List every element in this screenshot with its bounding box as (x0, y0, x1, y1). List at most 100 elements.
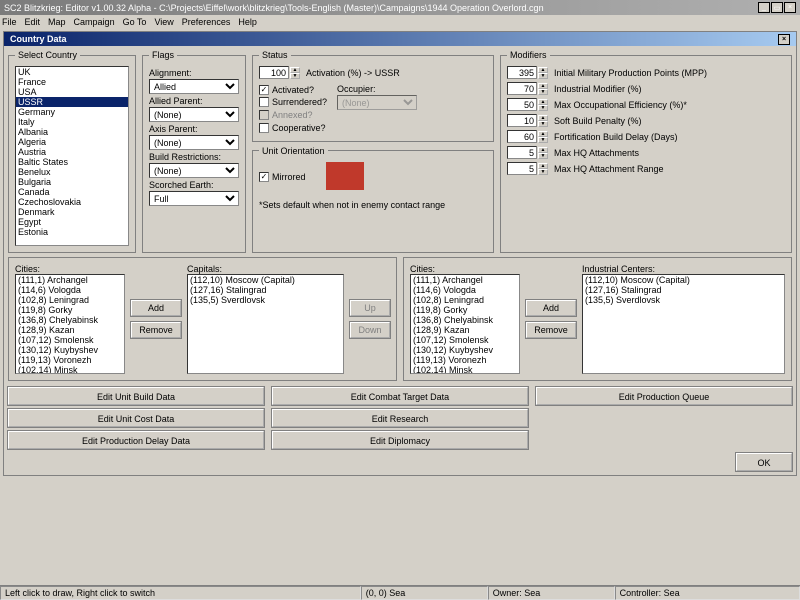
list-item[interactable]: (119,13) Voronezh (16, 355, 124, 365)
list-item[interactable]: France (16, 77, 128, 87)
list-item[interactable]: UK (16, 67, 128, 77)
spin-down-icon[interactable]: ▼ (290, 73, 300, 79)
list-item[interactable]: (114,6) Vologda (16, 285, 124, 295)
cooperative-checkbox[interactable] (259, 123, 269, 133)
list-item[interactable]: Czechoslovakia (16, 197, 128, 207)
list-item[interactable]: Canada (16, 187, 128, 197)
list-item[interactable]: Denmark (16, 207, 128, 217)
activated-label: Activated? (272, 85, 314, 95)
list-item[interactable]: (127,16) Stalingrad (583, 285, 784, 295)
surrendered-checkbox[interactable] (259, 97, 269, 107)
list-item[interactable]: Bulgaria (16, 177, 128, 187)
maximize-icon[interactable]: ▭ (771, 2, 783, 13)
list-item[interactable]: (136,8) Chelyabinsk (16, 315, 124, 325)
list-item[interactable]: USSR (16, 97, 128, 107)
menu-view[interactable]: View (154, 17, 173, 27)
occ-input[interactable] (507, 98, 537, 111)
list-item[interactable]: (111,1) Archangel (16, 275, 124, 285)
country-data-dialog: Country Data × Select Country UKFranceUS… (3, 31, 797, 476)
remove-capital-button[interactable]: Remove (131, 322, 181, 338)
edit-unit-cost-data-button[interactable]: Edit Unit Cost Data (8, 409, 264, 427)
hqr-input[interactable] (507, 162, 537, 175)
mirrored-checkbox[interactable]: ✓ (259, 172, 269, 182)
list-item[interactable]: (102,8) Leningrad (411, 295, 519, 305)
menu-help[interactable]: Help (238, 17, 257, 27)
list-item[interactable]: (135,5) Sverdlovsk (583, 295, 784, 305)
ind-input[interactable] (507, 82, 537, 95)
edit-combat-target-data-button[interactable]: Edit Combat Target Data (272, 387, 528, 405)
edit-production-queue-button[interactable]: Edit Production Queue (536, 387, 792, 405)
select-country-legend: Select Country (15, 50, 80, 60)
menu-file[interactable]: File (2, 17, 17, 27)
cooperative-label: Cooperative? (272, 123, 326, 133)
alignment-select[interactable]: Allied (149, 79, 239, 94)
list-item[interactable]: Austria (16, 147, 128, 157)
menu-map[interactable]: Map (48, 17, 66, 27)
list-item[interactable]: (119,8) Gorky (16, 305, 124, 315)
dialog-title: Country Data (10, 34, 67, 44)
allied-parent-select[interactable]: (None) (149, 107, 239, 122)
build-restrictions-select[interactable]: (None) (149, 163, 239, 178)
list-item[interactable]: USA (16, 87, 128, 97)
list-item[interactable]: Germany (16, 107, 128, 117)
edit-production-delay-data-button[interactable]: Edit Production Delay Data (8, 431, 264, 449)
soft-input[interactable] (507, 114, 537, 127)
list-item[interactable]: Egypt (16, 217, 128, 227)
list-item[interactable]: (127,16) Stalingrad (188, 285, 343, 295)
list-item[interactable]: Albania (16, 127, 128, 137)
axis-parent-select[interactable]: (None) (149, 135, 239, 150)
edit-diplomacy-button[interactable]: Edit Diplomacy (272, 431, 528, 449)
cities2-listbox[interactable]: (111,1) Archangel(114,6) Vologda(102,8) … (410, 274, 520, 374)
list-item[interactable]: (130,12) Kuybyshev (411, 345, 519, 355)
list-item[interactable]: (130,12) Kuybyshev (16, 345, 124, 355)
list-item[interactable]: (102,14) Minsk (16, 365, 124, 374)
add-capital-button[interactable]: Add (131, 300, 181, 316)
add-industrial-button[interactable]: Add (526, 300, 576, 316)
mpp-label: Initial Military Production Points (MPP) (554, 68, 707, 78)
scorched-earth-label: Scorched Earth: (149, 180, 239, 190)
list-item[interactable]: Baltic States (16, 157, 128, 167)
close-icon[interactable]: × (784, 2, 796, 13)
list-item[interactable]: (119,13) Voronezh (411, 355, 519, 365)
dialog-close-icon[interactable]: × (778, 34, 790, 45)
activation-input[interactable] (259, 66, 289, 79)
list-item[interactable]: (136,8) Chelyabinsk (411, 315, 519, 325)
list-item[interactable]: (102,8) Leningrad (16, 295, 124, 305)
list-item[interactable]: (112,10) Moscow (Capital) (583, 275, 784, 285)
fort-input[interactable] (507, 130, 537, 143)
list-item[interactable]: (128,9) Kazan (16, 325, 124, 335)
list-item[interactable]: (119,8) Gorky (411, 305, 519, 315)
list-item[interactable]: (135,5) Sverdlovsk (188, 295, 343, 305)
ok-button[interactable]: OK (736, 453, 792, 471)
mpp-input[interactable] (507, 66, 537, 79)
list-item[interactable]: (107,12) Smolensk (411, 335, 519, 345)
list-item[interactable]: (107,12) Smolensk (16, 335, 124, 345)
activated-checkbox[interactable]: ✓ (259, 85, 269, 95)
edit-unit-build-data-button[interactable]: Edit Unit Build Data (8, 387, 264, 405)
menu-edit[interactable]: Edit (25, 17, 41, 27)
list-item[interactable]: Estonia (16, 227, 128, 237)
list-item[interactable]: Benelux (16, 167, 128, 177)
list-item[interactable]: (102,14) Minsk (411, 365, 519, 374)
surrendered-label: Surrendered? (272, 97, 327, 107)
menu-preferences[interactable]: Preferences (182, 17, 231, 27)
activation-label: Activation (%) -> USSR (306, 68, 400, 78)
edit-research-button[interactable]: Edit Research (272, 409, 528, 427)
scorched-earth-select[interactable]: Full (149, 191, 239, 206)
list-item[interactable]: (128,9) Kazan (411, 325, 519, 335)
industrial-listbox[interactable]: (112,10) Moscow (Capital)(127,16) Stalin… (582, 274, 785, 374)
menu-campaign[interactable]: Campaign (74, 17, 115, 27)
capitals-listbox[interactable]: (112,10) Moscow (Capital)(127,16) Stalin… (187, 274, 344, 374)
cities-listbox[interactable]: (111,1) Archangel(114,6) Vologda(102,8) … (15, 274, 125, 374)
menu-goto[interactable]: Go To (123, 17, 147, 27)
list-item[interactable]: Italy (16, 117, 128, 127)
hq-input[interactable] (507, 146, 537, 159)
remove-industrial-button[interactable]: Remove (526, 322, 576, 338)
list-item[interactable]: (112,10) Moscow (Capital) (188, 275, 343, 285)
annexed-checkbox (259, 110, 269, 120)
list-item[interactable]: Algeria (16, 137, 128, 147)
list-item[interactable]: (111,1) Archangel (411, 275, 519, 285)
country-listbox[interactable]: UKFranceUSAUSSRGermanyItalyAlbaniaAlgeri… (15, 66, 129, 246)
list-item[interactable]: (114,6) Vologda (411, 285, 519, 295)
minimize-icon[interactable]: _ (758, 2, 770, 13)
